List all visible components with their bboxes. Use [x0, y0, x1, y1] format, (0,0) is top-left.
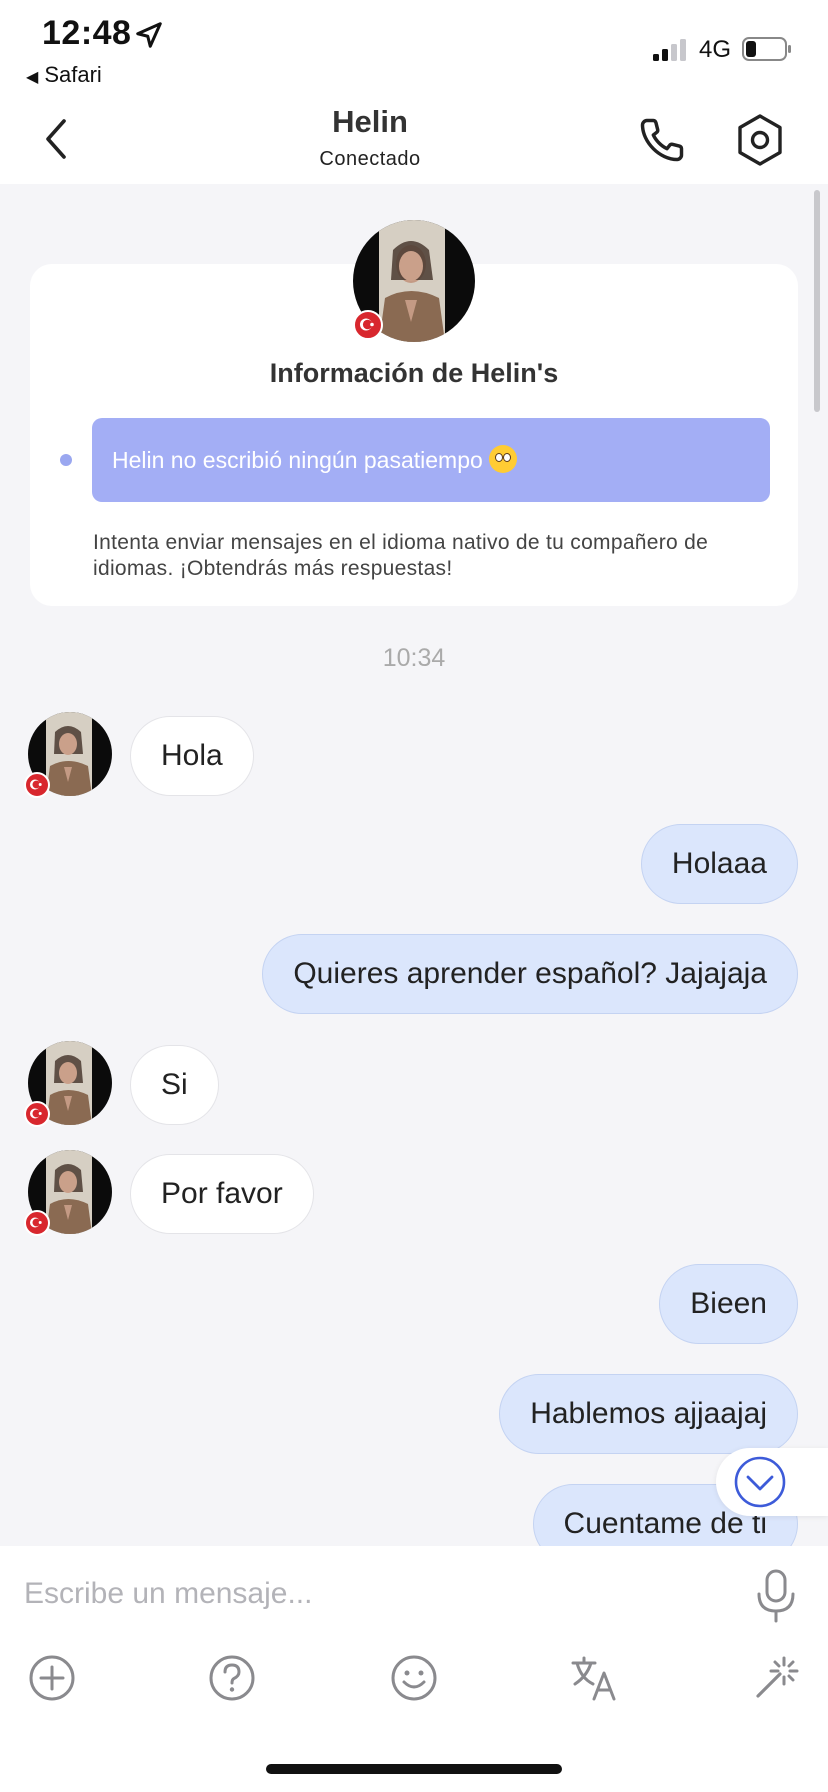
- back-triangle-icon: ◀: [26, 69, 39, 86]
- smiley-icon[interactable]: [388, 1652, 440, 1704]
- message-bubble-incoming[interactable]: Hola: [130, 716, 254, 796]
- back-app-label: Safari: [44, 62, 102, 87]
- turkey-flag-icon: [24, 1101, 50, 1127]
- turkey-flag-icon: [353, 310, 383, 340]
- message-bubble-outgoing[interactable]: Hablemos ajjaajaj: [499, 1374, 798, 1454]
- bullet-dot: [60, 454, 72, 466]
- chat-area[interactable]: Información de Helin's Helin no escribió…: [0, 184, 828, 1546]
- partner-avatar-small[interactable]: [24, 1041, 112, 1127]
- question-circle-icon[interactable]: [206, 1652, 258, 1704]
- message-bubble-incoming[interactable]: Si: [130, 1045, 219, 1125]
- message-bubble-outgoing[interactable]: Quieres aprender español? Jajajaja: [262, 934, 798, 1014]
- translate-icon[interactable]: [568, 1652, 620, 1704]
- message-bubble-outgoing[interactable]: Holaaa: [640, 824, 798, 904]
- partner-avatar-small[interactable]: [24, 1150, 112, 1236]
- hexagon-gear-icon[interactable]: [734, 112, 786, 168]
- chevron-down-circle-icon: [734, 1456, 786, 1508]
- flushed-face-emoji-icon: [488, 445, 517, 473]
- message-timestamp: 10:34: [382, 644, 446, 672]
- location-arrow-icon: [136, 22, 162, 48]
- message-input[interactable]: [24, 1566, 724, 1622]
- partner-avatar[interactable]: [353, 220, 475, 342]
- contact-status: Conectado: [319, 148, 421, 170]
- message-bubble-outgoing[interactable]: Bieen: [659, 1264, 798, 1344]
- partner-avatar-small[interactable]: [24, 712, 112, 798]
- battery-icon: [742, 37, 791, 61]
- magic-wand-icon[interactable]: [750, 1652, 802, 1704]
- message-bubble-incoming[interactable]: Por favor: [130, 1154, 314, 1234]
- contact-name[interactable]: Helin: [0, 104, 740, 140]
- back-to-app-link[interactable]: ◀ Safari: [26, 62, 102, 88]
- turkey-flag-icon: [24, 1210, 50, 1236]
- network-type: 4G: [699, 36, 732, 63]
- scroll-to-bottom-button[interactable]: [716, 1448, 828, 1516]
- language-hint: Intenta enviar mensajes en el idioma nat…: [93, 531, 709, 580]
- chat-header: Helin Conectado: [0, 92, 828, 184]
- hobbies-box: Helin no escribió ningún pasatiempo: [92, 418, 770, 502]
- microphone-icon[interactable]: [752, 1568, 800, 1624]
- plus-circle-icon[interactable]: [26, 1652, 78, 1704]
- turkey-flag-icon: [24, 772, 50, 798]
- cellular-signal-icon: [653, 39, 686, 61]
- status-time: 12:48: [42, 14, 132, 52]
- hobbies-text: Helin no escribió ningún pasatiempo: [112, 447, 483, 473]
- composer-bar: [0, 1546, 828, 1792]
- phone-icon[interactable]: [636, 114, 688, 166]
- home-indicator[interactable]: [266, 1764, 562, 1774]
- partner-info-title: Información de Helin's: [269, 358, 559, 388]
- status-bar: 12:48 ◀ Safari 4G: [0, 0, 828, 92]
